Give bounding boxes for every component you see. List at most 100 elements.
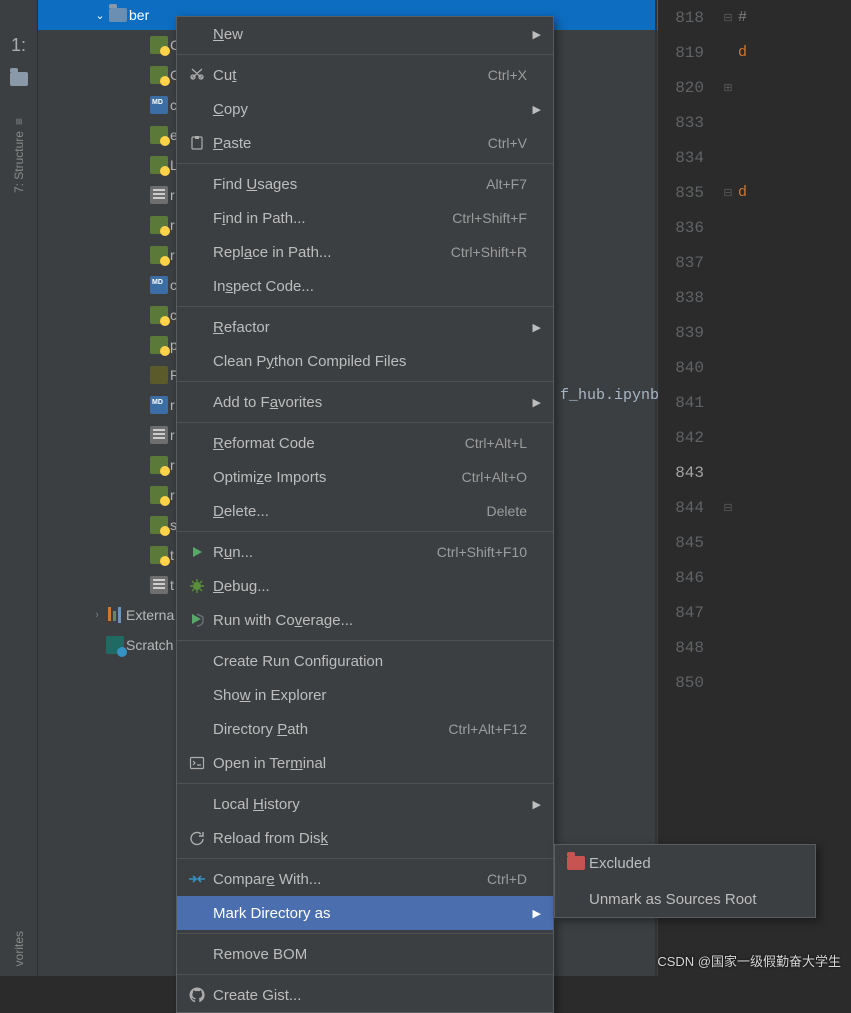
menu-item[interactable]: Remove BOM	[177, 937, 553, 971]
menu-item[interactable]: Compare With...Ctrl+D	[177, 862, 553, 896]
menu-item[interactable]: Debug...	[177, 569, 553, 603]
menu-item-shortcut: Ctrl+Alt+L	[457, 435, 527, 451]
editor-line[interactable]: 841	[658, 385, 851, 420]
menu-item[interactable]: Find in Path...Ctrl+Shift+F	[177, 201, 553, 235]
visible-code-snippet: f_hub.ipynb	[560, 387, 659, 404]
editor-line[interactable]: 848	[658, 630, 851, 665]
github-icon	[183, 987, 211, 1003]
fold-marker[interactable]: ⊟	[718, 501, 738, 514]
editor-line[interactable]: 833	[658, 105, 851, 140]
menu-item[interactable]: Show in Explorer	[177, 678, 553, 712]
editor-line[interactable]: 844⊟	[658, 490, 851, 525]
menu-item[interactable]: Mark Directory as▶	[177, 896, 553, 930]
menu-item[interactable]: Reformat CodeCtrl+Alt+L	[177, 426, 553, 460]
editor-line[interactable]: 834	[658, 140, 851, 175]
menu-item-shortcut: Ctrl+X	[480, 67, 527, 83]
menu-separator	[177, 933, 553, 934]
menu-item[interactable]: PasteCtrl+V	[177, 126, 553, 160]
structure-icon: ≡	[12, 118, 26, 125]
menu-item[interactable]: Local History▶	[177, 787, 553, 821]
project-num-label: 1:	[8, 34, 30, 56]
menu-item-shortcut: Ctrl+V	[480, 135, 527, 151]
menu-item[interactable]: New▶	[177, 17, 553, 51]
menu-item-shortcut: Ctrl+Alt+O	[454, 469, 527, 485]
line-number: 847	[658, 604, 718, 622]
file-name: r	[170, 427, 175, 443]
menu-item[interactable]: Delete...Delete	[177, 494, 553, 528]
submenu-arrow-icon: ▶	[527, 798, 541, 811]
structure-tool-button[interactable]: 7: Structure ≡	[12, 118, 26, 193]
favorites-tool-button[interactable]: vorites	[0, 931, 38, 966]
menu-item[interactable]: CutCtrl+X	[177, 58, 553, 92]
fold-marker[interactable]: ⊞	[718, 81, 738, 94]
file-icon	[148, 186, 170, 204]
fold-marker[interactable]: ⊟	[718, 11, 738, 24]
editor-line[interactable]: 840	[658, 350, 851, 385]
paste-icon	[183, 135, 211, 151]
externals-icon	[104, 607, 126, 623]
menu-separator	[177, 531, 553, 532]
menu-item[interactable]: Open in Terminal	[177, 746, 553, 780]
line-number: 843	[658, 464, 718, 482]
menu-separator	[177, 858, 553, 859]
menu-item-label: Add to Favorites	[211, 394, 519, 411]
file-icon	[148, 366, 170, 384]
code-text: d	[738, 184, 747, 201]
chevron-down-icon: ⌄	[93, 9, 107, 22]
menu-item-label: Open in Terminal	[211, 755, 519, 772]
watermark-text: CSDN @国家一级假勤奋大学生	[657, 951, 841, 970]
editor-line[interactable]: 846	[658, 560, 851, 595]
file-icon	[148, 336, 170, 354]
coverage-icon	[183, 612, 211, 628]
menu-item[interactable]: Create Run Configuration	[177, 644, 553, 678]
editor-line[interactable]: 850	[658, 665, 851, 700]
editor-line[interactable]: 838	[658, 280, 851, 315]
editor-line[interactable]: 842	[658, 420, 851, 455]
menu-item[interactable]: Clean Python Compiled Files	[177, 344, 553, 378]
menu-item[interactable]: Refactor▶	[177, 310, 553, 344]
line-number: 837	[658, 254, 718, 272]
submenu-item[interactable]: Excluded	[555, 845, 815, 881]
file-icon	[148, 126, 170, 144]
editor-area[interactable]: 818⊟#819d820⊞833834835⊟d836 837 838839840 8…	[658, 0, 851, 976]
editor-line[interactable]: 836	[658, 210, 851, 245]
editor-line[interactable]: 839	[658, 315, 851, 350]
menu-separator	[177, 306, 553, 307]
editor-line[interactable]: 845	[658, 525, 851, 560]
submenu-item[interactable]: Unmark as Sources Root	[555, 881, 815, 917]
fold-marker[interactable]: ⊟	[718, 186, 738, 199]
menu-item[interactable]: Run...Ctrl+Shift+F10	[177, 535, 553, 569]
menu-item-label: Compare With...	[211, 871, 479, 888]
menu-item[interactable]: Copy▶	[177, 92, 553, 126]
menu-item[interactable]: Find UsagesAlt+F7	[177, 167, 553, 201]
run-icon	[183, 545, 211, 559]
file-name: r	[170, 217, 175, 233]
editor-line[interactable]: 835⊟d	[658, 175, 851, 210]
menu-item[interactable]: Inspect Code...	[177, 269, 553, 303]
code-text: d	[738, 44, 747, 61]
compare-icon	[183, 872, 211, 886]
line-number: 842	[658, 429, 718, 447]
editor-line[interactable]: 820⊞	[658, 70, 851, 105]
context-menu: New▶ CutCtrl+XCopy▶PasteCtrl+V Find Usages…	[176, 16, 554, 1013]
editor-line[interactable]: 843	[658, 455, 851, 490]
editor-line[interactable]: 818⊟#	[658, 0, 851, 35]
menu-item[interactable]: Run with Coverage...	[177, 603, 553, 637]
menu-item[interactable]: Directory PathCtrl+Alt+F12	[177, 712, 553, 746]
menu-separator	[177, 54, 553, 55]
splitter[interactable]	[655, 0, 657, 976]
project-icon[interactable]	[8, 68, 30, 90]
menu-item[interactable]: Create Gist...	[177, 978, 553, 1012]
menu-item[interactable]: Replace in Path...Ctrl+Shift+R	[177, 235, 553, 269]
menu-item-label: Mark Directory as	[211, 905, 519, 922]
editor-line[interactable]: 837	[658, 245, 851, 280]
editor-line[interactable]: 847	[658, 595, 851, 630]
menu-separator	[177, 422, 553, 423]
menu-item-label: Run with Coverage...	[211, 612, 519, 629]
menu-item[interactable]: Optimize ImportsCtrl+Alt+O	[177, 460, 553, 494]
editor-line[interactable]: 819d	[658, 35, 851, 70]
line-number: 841	[658, 394, 718, 412]
menu-item[interactable]: Reload from Disk	[177, 821, 553, 855]
menu-item[interactable]: Add to Favorites▶	[177, 385, 553, 419]
menu-item-label: Create Run Configuration	[211, 653, 519, 670]
